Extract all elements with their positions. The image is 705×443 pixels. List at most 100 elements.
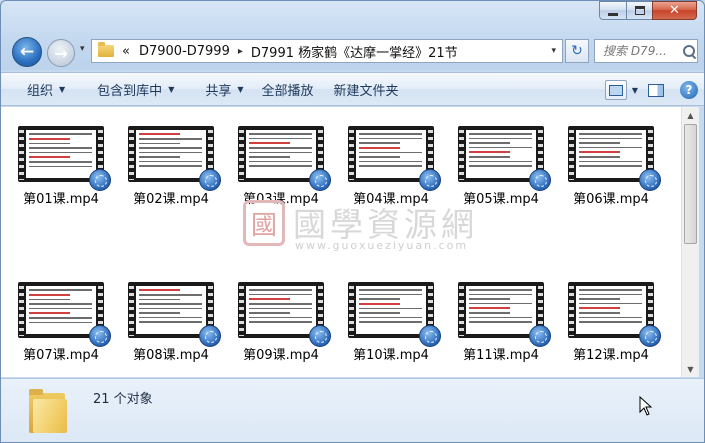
address-bar[interactable]: « D7900-D7999 ▸ D7991 杨家鹤《达摩一掌经》21节 ▾ xyxy=(91,39,563,63)
toolbar-right-group: ▼ ? xyxy=(604,77,698,103)
forward-button[interactable]: → xyxy=(47,39,75,67)
video-file-icon xyxy=(89,169,111,191)
file-name-label: 第03课.mp4 xyxy=(243,192,319,207)
video-file-icon xyxy=(419,169,441,191)
file-item[interactable]: 第02课.mp4 xyxy=(123,126,221,207)
close-button[interactable]: ✕ xyxy=(652,1,697,20)
video-thumbnail xyxy=(18,282,111,347)
file-name-label: 第09课.mp4 xyxy=(243,348,319,363)
breadcrumb-current-folder[interactable]: D7991 杨家鹤《达摩一掌经》21节 xyxy=(251,42,458,61)
folder-icon xyxy=(98,42,114,57)
chevron-down-icon: ▼ xyxy=(237,84,244,94)
file-item[interactable]: 第04课.mp4 xyxy=(343,126,441,207)
video-thumbnail xyxy=(238,282,331,347)
file-name-label: 第06课.mp4 xyxy=(573,192,649,207)
video-file-icon xyxy=(419,325,441,347)
share-label: 共享 xyxy=(205,83,232,99)
scroll-down-icon[interactable]: ▼ xyxy=(682,361,699,377)
details-pane: 21 个对象 xyxy=(1,378,704,442)
maximize-icon xyxy=(634,6,645,15)
minimize-button[interactable] xyxy=(599,1,626,20)
command-bar: 组织 ▼ 包含到库中 ▼ 共享 ▼ 全部播放 新建文件夹 ▼ ? xyxy=(1,72,704,106)
view-options-dropdown[interactable]: ▼ xyxy=(632,86,638,95)
file-name-label: 第07课.mp4 xyxy=(23,348,99,363)
change-view-button[interactable] xyxy=(604,80,627,100)
video-thumbnail xyxy=(238,126,331,191)
address-dropdown-icon[interactable]: ▾ xyxy=(551,46,556,56)
file-item[interactable]: 第08课.mp4 xyxy=(123,282,221,363)
video-thumbnail xyxy=(568,282,661,347)
caption-buttons: ✕ xyxy=(599,1,697,20)
navigation-bar: ← → ▾ « D7900-D7999 ▸ D7991 杨家鹤《达摩一掌经》21… xyxy=(1,34,704,68)
minimize-icon xyxy=(608,12,618,16)
share-menu[interactable]: 共享 ▼ xyxy=(186,80,255,99)
file-item[interactable]: 第07课.mp4 xyxy=(13,282,111,363)
address-overflow-chevron[interactable]: « xyxy=(122,44,130,59)
breadcrumb-d7900-d7999[interactable]: D7900-D7999 xyxy=(139,44,230,59)
file-item[interactable]: 第09课.mp4 xyxy=(233,282,331,363)
video-file-icon xyxy=(309,325,331,347)
include-in-library-label: 包含到库中 xyxy=(97,83,163,99)
file-name-label: 第05课.mp4 xyxy=(463,192,539,207)
forward-arrow-icon: → xyxy=(54,43,68,63)
organize-label: 组织 xyxy=(27,83,54,99)
explorer-window: ✕ ← → ▾ « D7900-D7999 ▸ D7991 杨家鹤《达摩一掌经》… xyxy=(0,0,705,443)
scroll-thumb[interactable] xyxy=(684,124,697,244)
vertical-scrollbar[interactable]: ▲ ▼ xyxy=(681,107,699,377)
back-arrow-icon: ← xyxy=(19,42,35,62)
file-name-label: 第02课.mp4 xyxy=(133,192,209,207)
video-thumbnail xyxy=(568,126,661,191)
object-count: 21 个对象 xyxy=(93,392,153,407)
search-box[interactable] xyxy=(594,39,698,63)
file-item[interactable]: 第01课.mp4 xyxy=(13,126,111,207)
search-icon[interactable] xyxy=(683,44,696,58)
folder-icon xyxy=(29,389,67,433)
scroll-up-icon[interactable]: ▲ xyxy=(682,107,699,123)
maximize-button[interactable] xyxy=(626,1,652,20)
file-name-label: 第11课.mp4 xyxy=(463,348,539,363)
video-thumbnail xyxy=(458,282,551,347)
video-file-icon xyxy=(639,169,661,191)
video-file-icon xyxy=(199,169,221,191)
file-name-label: 第08课.mp4 xyxy=(133,348,209,363)
chevron-down-icon: ▼ xyxy=(59,84,66,94)
refresh-icon: ↻ xyxy=(571,43,583,59)
video-file-icon xyxy=(199,325,221,347)
file-item[interactable]: 第10课.mp4 xyxy=(343,282,441,363)
recent-pages-dropdown[interactable]: ▾ xyxy=(80,44,85,54)
back-button[interactable]: ← xyxy=(12,37,42,67)
search-input[interactable] xyxy=(601,43,681,59)
new-folder-button[interactable]: 新建文件夹 xyxy=(326,80,411,99)
preview-pane-icon[interactable] xyxy=(648,83,664,97)
file-item[interactable]: 第05课.mp4 xyxy=(453,126,551,207)
include-in-library-menu[interactable]: 包含到库中 ▼ xyxy=(77,80,186,99)
video-thumbnail xyxy=(18,126,111,191)
file-name-label: 第04课.mp4 xyxy=(353,192,429,207)
file-name-label: 第01课.mp4 xyxy=(23,192,99,207)
file-item[interactable]: 第12课.mp4 xyxy=(563,282,661,363)
organize-menu[interactable]: 组织 ▼ xyxy=(1,80,77,99)
video-file-icon xyxy=(529,325,551,347)
play-all-button[interactable]: 全部播放 xyxy=(256,80,326,99)
chevron-down-icon: ▼ xyxy=(168,84,175,94)
file-list-area[interactable]: 第01课.mp4 第02课.mp4 第03课.mp4 第04课.mp4 第05课.mp4… xyxy=(1,107,681,377)
video-file-icon xyxy=(639,325,661,347)
video-file-icon xyxy=(309,169,331,191)
breadcrumb-separator-icon[interactable]: ▸ xyxy=(238,46,243,57)
file-item[interactable]: 第11课.mp4 xyxy=(453,282,551,363)
video-thumbnail xyxy=(128,282,221,347)
file-name-label: 第12课.mp4 xyxy=(573,348,649,363)
file-name-label: 第10课.mp4 xyxy=(353,348,429,363)
video-file-icon xyxy=(89,325,111,347)
video-thumbnail xyxy=(348,126,441,191)
file-item[interactable]: 第03课.mp4 xyxy=(233,126,331,207)
cursor-icon xyxy=(639,396,653,416)
video-thumbnail xyxy=(128,126,221,191)
video-thumbnail xyxy=(458,126,551,191)
help-icon[interactable]: ? xyxy=(680,81,698,99)
refresh-button[interactable]: ↻ xyxy=(565,39,589,63)
file-item[interactable]: 第06课.mp4 xyxy=(563,126,661,207)
video-file-icon xyxy=(529,169,551,191)
view-icon xyxy=(608,84,623,96)
video-thumbnail xyxy=(348,282,441,347)
